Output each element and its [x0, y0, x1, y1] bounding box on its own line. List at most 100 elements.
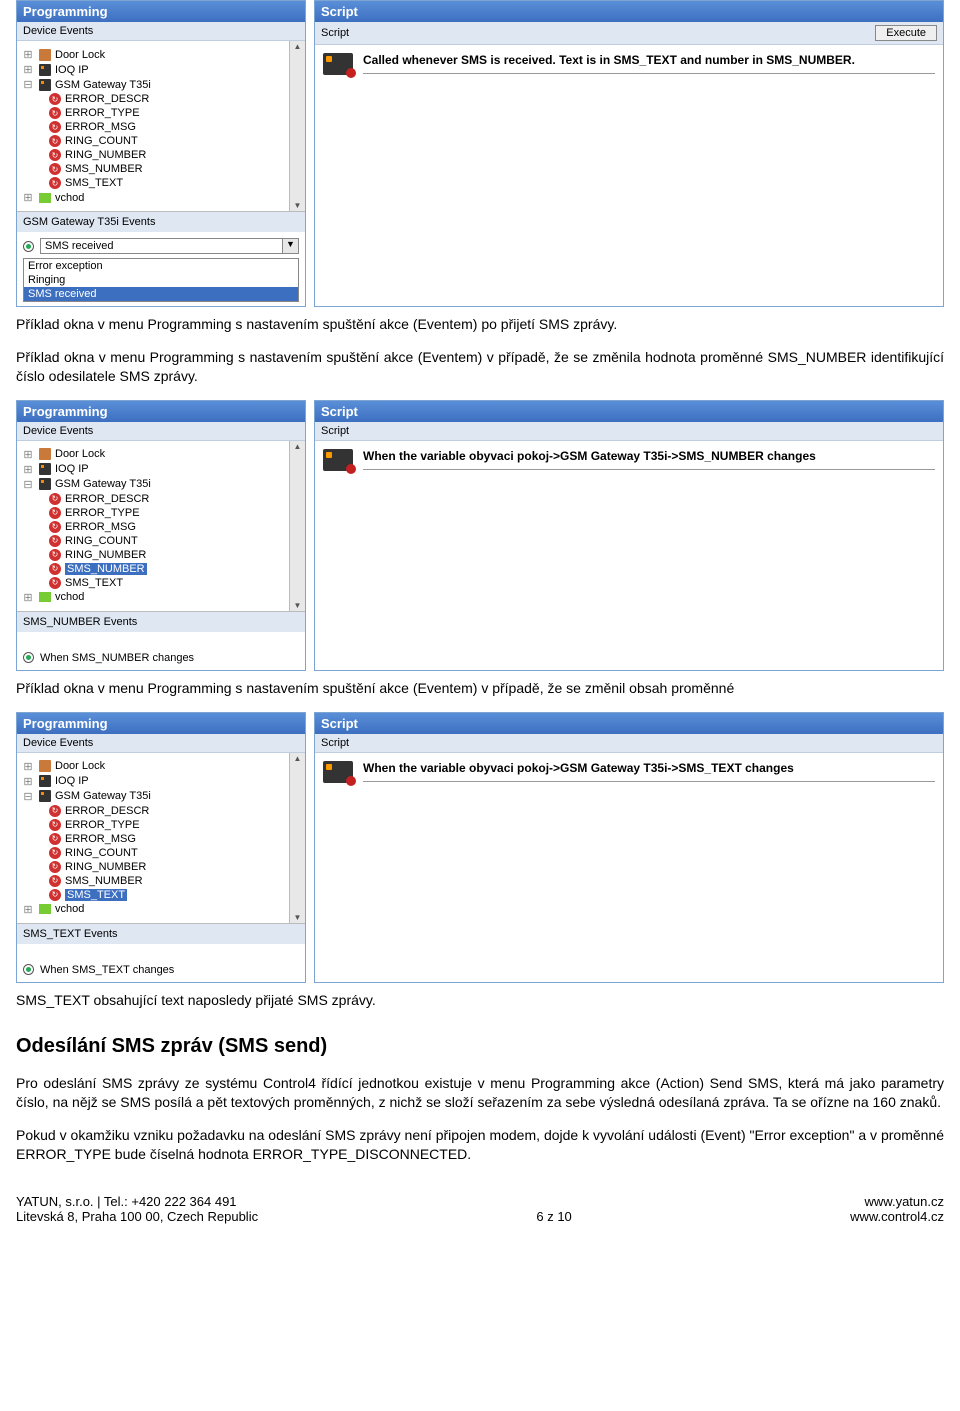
controller-icon — [323, 53, 353, 75]
tree-var[interactable]: SMS_NUMBER — [65, 875, 143, 887]
paragraph: Příklad okna v menu Programming s nastav… — [16, 315, 944, 334]
device-events-bar: Device Events — [17, 422, 305, 441]
variable-icon: ↻ — [49, 875, 61, 887]
tree-var[interactable]: RING_NUMBER — [65, 861, 146, 873]
variable-icon: ↻ — [49, 577, 61, 589]
script-description: Called whenever SMS is received. Text is… — [363, 53, 935, 74]
tree-var[interactable]: ERROR_MSG — [65, 121, 136, 133]
tree-item-ioq[interactable]: IOQ IP — [55, 463, 89, 475]
variable-icon: ↻ — [49, 535, 61, 547]
footer-url: www.yatun.cz — [850, 1194, 944, 1209]
script-panel-title: Script — [315, 401, 943, 422]
tree-var[interactable]: SMS_TEXT — [65, 177, 123, 189]
tree-item-gsm[interactable]: GSM Gateway T35i — [55, 478, 151, 490]
script-panel-title: Script — [315, 1, 943, 22]
tree-var[interactable]: RING_NUMBER — [65, 149, 146, 161]
paragraph: Pokud v okamžiku vzniku požadavku na ode… — [16, 1126, 944, 1164]
tree-item-door-lock[interactable]: Door Lock — [55, 760, 105, 772]
device-icon — [39, 64, 51, 76]
event-dropdown[interactable]: SMS received — [40, 238, 283, 254]
tree-item-ioq[interactable]: IOQ IP — [55, 64, 89, 76]
controller-icon — [323, 449, 353, 471]
list-item[interactable]: SMS received — [24, 287, 298, 301]
tree-var[interactable]: ERROR_MSG — [65, 521, 136, 533]
execute-button[interactable]: Execute — [875, 25, 937, 41]
variable-icon: ↻ — [49, 163, 61, 175]
tree-var[interactable]: ERROR_DESCR — [65, 805, 149, 817]
variable-icon: ↻ — [49, 521, 61, 533]
door-lock-icon — [39, 760, 51, 772]
chevron-down-icon[interactable]: ▼ — [283, 238, 299, 254]
tree-scrollbar[interactable]: ▲▼ — [289, 41, 305, 211]
script-description: When the variable obyvaci pokoj->GSM Gat… — [363, 761, 935, 782]
device-icon — [39, 775, 51, 787]
radio-icon[interactable] — [23, 964, 34, 975]
variable-icon: ↻ — [49, 507, 61, 519]
device-icon — [39, 463, 51, 475]
event-list[interactable]: Error exception Ringing SMS received — [23, 258, 299, 302]
footer-url: www.control4.cz — [850, 1209, 944, 1224]
tree-item-vchod[interactable]: vchod — [55, 591, 84, 603]
variable-icon: ↻ — [49, 493, 61, 505]
script-description: When the variable obyvaci pokoj->GSM Gat… — [363, 449, 935, 470]
tree-var[interactable]: ERROR_TYPE — [65, 819, 140, 831]
variable-icon: ↻ — [49, 93, 61, 105]
tree-item-vchod[interactable]: vchod — [55, 192, 84, 204]
door-lock-icon — [39, 49, 51, 61]
variable-icon: ↻ — [49, 861, 61, 873]
variable-icon: ↻ — [49, 889, 61, 901]
paragraph: Příklad okna v menu Programming s nastav… — [16, 679, 944, 698]
tree-var[interactable]: ERROR_TYPE — [65, 507, 140, 519]
programming-panel-title: Programming — [17, 1, 305, 22]
controller-icon — [323, 761, 353, 783]
tree-var-selected[interactable]: SMS_NUMBER — [65, 563, 147, 575]
tree-var[interactable]: ERROR_DESCR — [65, 493, 149, 505]
tree-item-vchod[interactable]: vchod — [55, 903, 84, 915]
tree-var[interactable]: RING_COUNT — [65, 535, 138, 547]
events-bar: SMS_NUMBER Events — [17, 611, 305, 632]
variable-icon: ↻ — [49, 177, 61, 189]
list-item[interactable]: Ringing — [24, 273, 298, 287]
events-bar: GSM Gateway T35i Events — [17, 211, 305, 232]
script-subbar: Script — [315, 422, 943, 441]
footer-address: Litevská 8, Praha 100 00, Czech Republic — [16, 1209, 258, 1224]
tree-item-gsm[interactable]: GSM Gateway T35i — [55, 79, 151, 91]
radio-icon[interactable] — [23, 652, 34, 663]
tree-var[interactable]: ERROR_MSG — [65, 833, 136, 845]
tree-item-ioq[interactable]: IOQ IP — [55, 775, 89, 787]
programming-panel-title: Programming — [17, 401, 305, 422]
tree-var-selected[interactable]: SMS_TEXT — [65, 889, 127, 901]
variable-icon: ↻ — [49, 149, 61, 161]
radio-icon[interactable] — [23, 241, 34, 252]
tree-var[interactable]: ERROR_TYPE — [65, 107, 140, 119]
tree-item-gsm[interactable]: GSM Gateway T35i — [55, 790, 151, 802]
node-icon — [39, 193, 51, 203]
list-item[interactable]: Error exception — [24, 259, 298, 273]
device-icon — [39, 79, 51, 91]
tree-item-door-lock[interactable]: Door Lock — [55, 49, 105, 61]
event-radio-label: When SMS_TEXT changes — [40, 964, 174, 976]
tree-var[interactable]: SMS_NUMBER — [65, 163, 143, 175]
footer-page-number: 6 z 10 — [536, 1209, 571, 1224]
tree-scrollbar[interactable]: ▲▼ — [289, 753, 305, 923]
script-subbar: ScriptExecute — [315, 22, 943, 45]
programming-panel-title: Programming — [17, 713, 305, 734]
device-tree[interactable]: ⊞Door Lock ⊞IOQ IP ⊟GSM Gateway T35i ↻ER… — [17, 753, 305, 923]
paragraph: SMS_TEXT obsahující text naposledy přija… — [16, 991, 944, 1010]
events-bar: SMS_TEXT Events — [17, 923, 305, 944]
tree-scrollbar[interactable]: ▲▼ — [289, 441, 305, 611]
tree-var[interactable]: ERROR_DESCR — [65, 93, 149, 105]
variable-icon: ↻ — [49, 563, 61, 575]
device-icon — [39, 478, 51, 490]
tree-var[interactable]: RING_NUMBER — [65, 549, 146, 561]
tree-var[interactable]: RING_COUNT — [65, 135, 138, 147]
tree-item-door-lock[interactable]: Door Lock — [55, 448, 105, 460]
device-tree[interactable]: ⊞Door Lock ⊞IOQ IP ⊟GSM Gateway T35i ↻ER… — [17, 441, 305, 611]
tree-var[interactable]: RING_COUNT — [65, 847, 138, 859]
event-radio-label: When SMS_NUMBER changes — [40, 652, 194, 664]
variable-icon: ↻ — [49, 833, 61, 845]
tree-var[interactable]: SMS_TEXT — [65, 577, 123, 589]
section-heading: Odesílání SMS zpráv (SMS send) — [16, 1035, 944, 1058]
device-tree[interactable]: ⊞Door Lock ⊞IOQ IP ⊟GSM Gateway T35i ↻ER… — [17, 41, 305, 211]
footer-company: YATUN, s.r.o. | Tel.: +420 222 364 491 — [16, 1194, 258, 1209]
